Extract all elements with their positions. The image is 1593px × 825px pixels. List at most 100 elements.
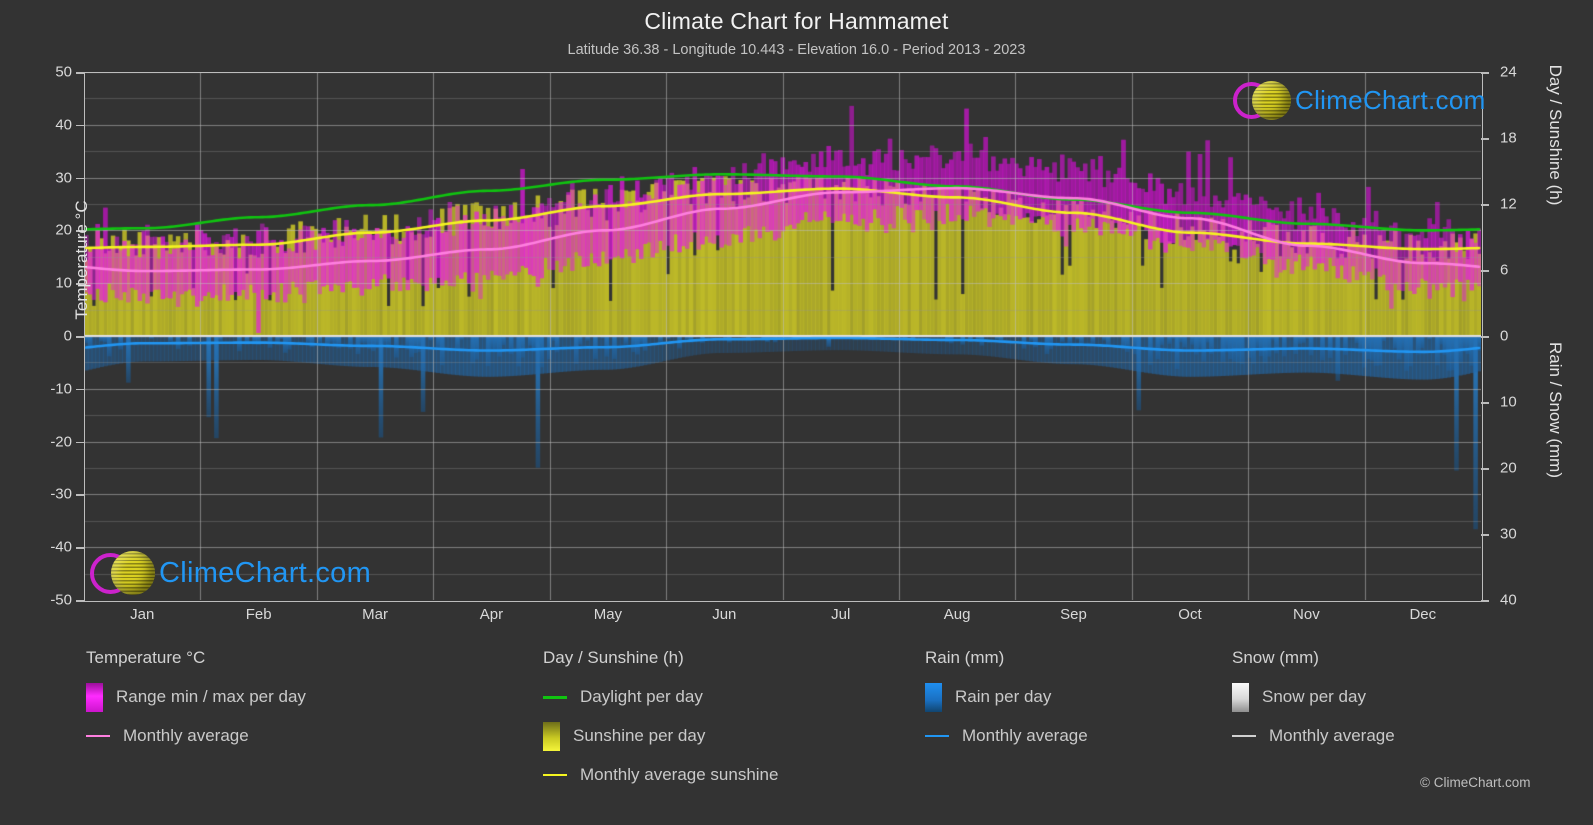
tick-mark [76,125,84,127]
y-tick-temp-30: 30 [14,169,72,186]
y-tick-rain-20: 20 [1500,460,1550,477]
y-tick-temp-20: 20 [14,222,72,239]
legend-item-sunshine-average[interactable]: Monthly average sunshine [543,760,778,790]
legend-item-sunshine-per-day[interactable]: Sunshine per day [543,721,778,751]
x-tick-sep: Sep [1014,606,1134,623]
swatch-temp-range [86,683,103,712]
x-tick-jul: Jul [781,606,901,623]
y-tick-temp--40: -40 [14,539,72,556]
tick-mark [1481,204,1489,206]
swatch-snow [1232,683,1249,712]
tick-mark [1481,402,1489,404]
climechart-logo-mark-2 [90,549,152,597]
logo-text-2: ClimeChart.com [159,557,371,590]
y-tick-temp--20: -20 [14,433,72,450]
tick-mark [1481,138,1489,140]
y-tick-temp-40: 40 [14,116,72,133]
y-tick-rain-40: 40 [1500,592,1550,609]
legend-title-rain: Rain (mm) [925,648,1088,668]
swatch-sunshine-average [543,774,567,776]
x-tick-jun: Jun [664,606,784,623]
legend-item-temp-average[interactable]: Monthly average [86,721,306,751]
y-axis-right-bottom-label: Rain / Snow (mm) [1545,310,1565,510]
tick-mark [1481,468,1489,470]
tick-mark [76,442,84,444]
y-tick-rain-10: 10 [1500,394,1550,411]
legend-item-snow-per-day[interactable]: Snow per day [1232,682,1395,712]
legend-item-daylight[interactable]: Daylight per day [543,682,778,712]
y-tick-day-24: 24 [1500,64,1550,81]
tick-mark [76,72,84,74]
x-tick-aug: Aug [897,606,1017,623]
y-tick-rain-30: 30 [1500,526,1550,543]
legend-label-temp-range: Range min / max per day [116,687,306,707]
x-tick-feb: Feb [199,606,319,623]
y-tick-temp-10: 10 [14,275,72,292]
x-tick-nov: Nov [1246,606,1366,623]
swatch-daylight [543,696,567,699]
legend-group-snow: Snow (mm) Snow per day Monthly average [1232,648,1395,760]
y-axis-left-label: Temperature °C [72,160,92,360]
legend-group-rain: Rain (mm) Rain per day Monthly average [925,648,1088,760]
legend-title-snow: Snow (mm) [1232,648,1395,668]
copyright-notice: © ClimeChart.com [1420,775,1530,790]
x-tick-jan: Jan [82,606,202,623]
swatch-rain [925,683,942,712]
chart-subtitle: Latitude 36.38 - Longitude 10.443 - Elev… [0,42,1593,58]
legend-item-rain-average[interactable]: Monthly average [925,721,1088,751]
y-axis-right-top-label: Day / Sunshine (h) [1545,30,1565,240]
tick-mark [76,547,84,549]
y-tick-temp--50: -50 [14,592,72,609]
y-tick-temp--10: -10 [14,380,72,397]
legend-item-temp-range[interactable]: Range min / max per day [86,682,306,712]
tick-mark [1481,72,1489,74]
y-tick-temp--30: -30 [14,486,72,503]
tick-mark [76,494,84,496]
y-tick-day-6: 6 [1500,262,1550,279]
chart-canvas [84,72,1481,600]
x-tick-mar: Mar [315,606,435,623]
legend-label-daylight: Daylight per day [580,687,703,707]
tick-mark [76,389,84,391]
x-tick-may: May [548,606,668,623]
x-tick-oct: Oct [1130,606,1250,623]
legend-group-sunshine: Day / Sunshine (h) Daylight per day Suns… [543,648,778,799]
tick-mark [1481,534,1489,536]
legend-title-temperature: Temperature °C [86,648,306,668]
swatch-sunshine [543,722,560,751]
logo-text: ClimeChart.com [1295,85,1486,116]
tick-mark [1481,270,1489,272]
legend-label-rain-per-day: Rain per day [955,687,1051,707]
y-tick-day-12: 12 [1500,196,1550,213]
swatch-snow-average [1232,735,1256,737]
chart-plot-area [84,72,1481,600]
legend-label-snow-per-day: Snow per day [1262,687,1366,707]
legend-title-sunshine: Day / Sunshine (h) [543,648,778,668]
climechart-logo-top: ClimeChart.com [1233,78,1486,122]
legend-label-rain-average: Monthly average [962,726,1088,746]
legend-item-snow-average[interactable]: Monthly average [1232,721,1395,751]
legend-label-sunshine-average: Monthly average sunshine [580,765,778,785]
legend-label-temp-average: Monthly average [123,726,249,746]
tick-mark [76,600,84,602]
y-tick-temp-50: 50 [14,64,72,81]
tick-mark [1481,336,1489,338]
x-tick-dec: Dec [1363,606,1483,623]
logo-sphere-icon-2 [111,551,155,595]
tick-mark [1481,600,1489,602]
climechart-logo-bottom: ClimeChart.com [90,549,371,597]
legend-group-temperature: Temperature °C Range min / max per day M… [86,648,306,760]
logo-sphere-icon [1252,81,1291,120]
legend-item-rain-per-day[interactable]: Rain per day [925,682,1088,712]
y-tick-day-0: 0 [1500,328,1550,345]
y-tick-day-18: 18 [1500,130,1550,147]
swatch-rain-average [925,735,949,737]
legend-label-snow-average: Monthly average [1269,726,1395,746]
x-tick-apr: Apr [431,606,551,623]
y-tick-temp-0: 0 [14,328,72,345]
legend-label-sunshine-per-day: Sunshine per day [573,726,705,746]
climechart-logo-mark [1233,78,1289,122]
swatch-temp-average [86,735,110,737]
page-title: Climate Chart for Hammamet [0,8,1593,35]
chart-legend: Temperature °C Range min / max per day M… [0,648,1593,798]
